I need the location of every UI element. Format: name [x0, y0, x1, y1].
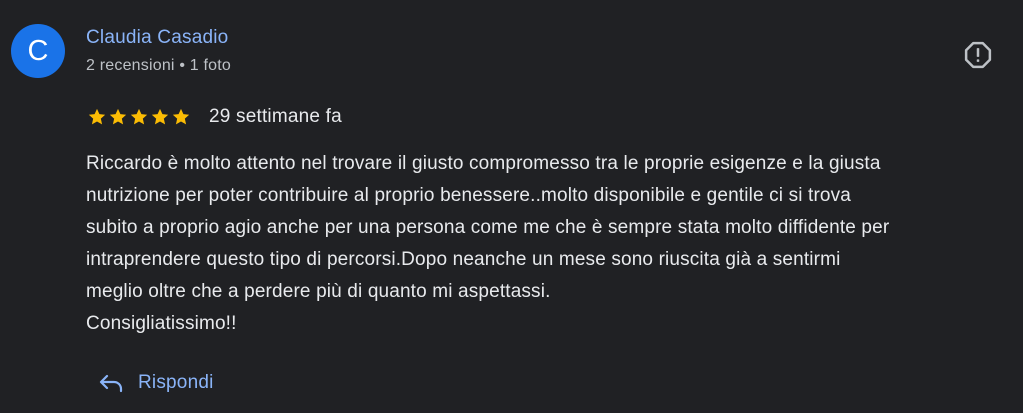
report-button[interactable] — [960, 38, 996, 72]
review-card: C Claudia Casadio 2 recensioni • 1 foto … — [0, 0, 1023, 413]
rating-row: 29 settimane fa — [87, 104, 342, 130]
reply-label: Rispondi — [138, 372, 214, 393]
avatar[interactable]: C — [11, 24, 65, 78]
star-icon — [151, 108, 169, 125]
reply-button[interactable]: Rispondi — [98, 372, 214, 394]
star-icon — [172, 108, 190, 125]
reply-icon — [99, 374, 123, 393]
author-name[interactable]: Claudia Casadio — [86, 27, 228, 49]
star-icon — [109, 108, 127, 125]
star-rating — [87, 107, 191, 127]
review-text: Riccardo è molto attento nel trovare il … — [86, 153, 890, 334]
star-icon — [88, 108, 106, 125]
author-meta: 2 recensioni • 1 foto — [86, 57, 231, 74]
star-icon — [130, 108, 148, 125]
report-icon — [964, 41, 992, 69]
review-time: 29 settimane fa — [209, 106, 342, 127]
avatar-letter: C — [27, 34, 49, 67]
